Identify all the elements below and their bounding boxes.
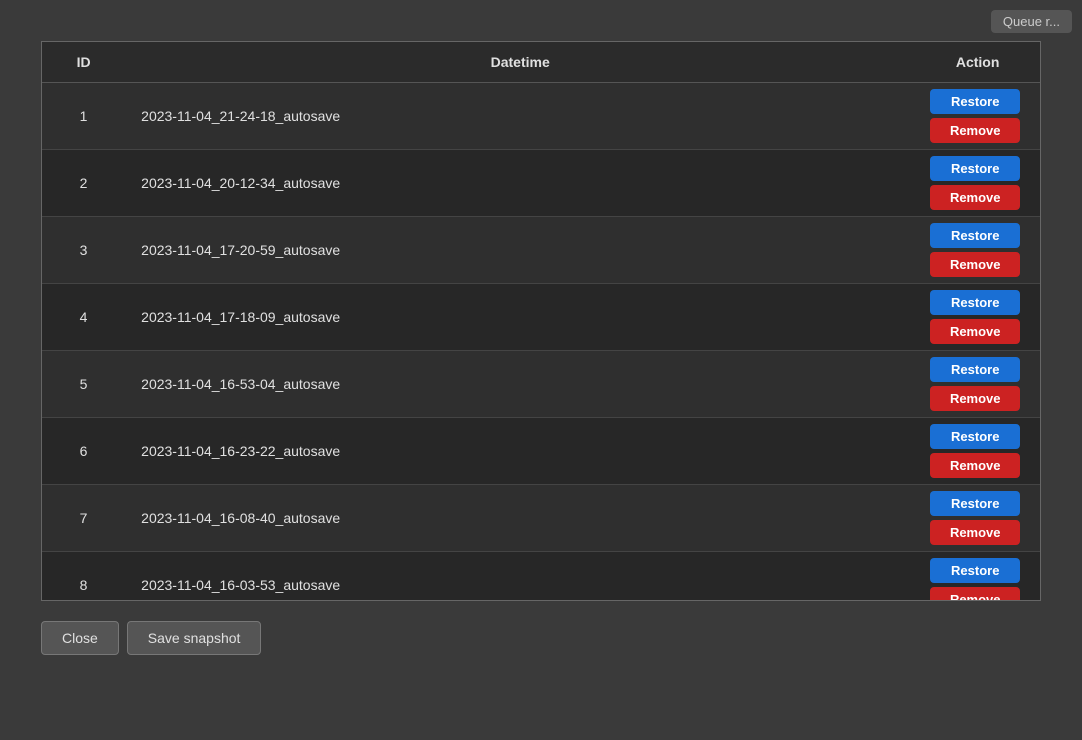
bottom-bar: Close Save snapshot	[41, 621, 1041, 655]
row-datetime: 2023-11-04_17-20-59_autosave	[125, 217, 915, 284]
restore-button[interactable]: Restore	[930, 290, 1020, 315]
remove-button[interactable]: Remove	[930, 185, 1020, 210]
remove-button[interactable]: Remove	[930, 587, 1020, 601]
table-row: 22023-11-04_20-12-34_autosave Restore Remo…	[42, 150, 1040, 217]
table-row: 52023-11-04_16-53-04_autosave Restore Remo…	[42, 351, 1040, 418]
row-id: 8	[42, 552, 125, 602]
remove-button[interactable]: Remove	[930, 386, 1020, 411]
table-row: 72023-11-04_16-08-40_autosave Restore Remo…	[42, 485, 1040, 552]
table-row: 62023-11-04_16-23-22_autosave Restore Remo…	[42, 418, 1040, 485]
row-action-cell: Restore Remove	[915, 485, 1035, 551]
row-id: 2	[42, 150, 125, 217]
snapshot-table: ID Datetime Action 12023-11-04_21-24-18_…	[42, 42, 1040, 601]
row-action-cell: Restore Remove	[915, 284, 1035, 350]
row-datetime: 2023-11-04_17-18-09_autosave	[125, 284, 915, 351]
snapshot-table-container[interactable]: ID Datetime Action 12023-11-04_21-24-18_…	[41, 41, 1041, 601]
row-action-cell: Restore Remove	[915, 552, 1035, 601]
row-action-cell: Restore Remove	[915, 217, 1035, 283]
row-id: 6	[42, 418, 125, 485]
row-action-cell: Restore Remove	[915, 351, 1035, 417]
remove-button[interactable]: Remove	[930, 453, 1020, 478]
remove-button[interactable]: Remove	[930, 520, 1020, 545]
table-header-row: ID Datetime Action	[42, 42, 1040, 83]
row-id: 1	[42, 83, 125, 150]
restore-button[interactable]: Restore	[930, 357, 1020, 382]
row-action-cell: Restore Remove	[915, 83, 1035, 149]
table-row: 42023-11-04_17-18-09_autosave Restore Remo…	[42, 284, 1040, 351]
restore-button[interactable]: Restore	[930, 424, 1020, 449]
table-row: 12023-11-04_21-24-18_autosave Restore Remo…	[42, 83, 1040, 150]
remove-button[interactable]: Remove	[930, 319, 1020, 344]
row-id: 4	[42, 284, 125, 351]
row-id: 3	[42, 217, 125, 284]
save-snapshot-button[interactable]: Save snapshot	[127, 621, 262, 655]
row-datetime: 2023-11-04_16-53-04_autosave	[125, 351, 915, 418]
row-datetime: 2023-11-04_16-03-53_autosave	[125, 552, 915, 602]
close-button[interactable]: Close	[41, 621, 119, 655]
column-header-id: ID	[42, 42, 125, 83]
remove-button[interactable]: Remove	[930, 118, 1020, 143]
table-row: 82023-11-04_16-03-53_autosave Restore Remo…	[42, 552, 1040, 602]
row-id: 5	[42, 351, 125, 418]
column-header-action: Action	[915, 42, 1040, 83]
row-datetime: 2023-11-04_20-12-34_autosave	[125, 150, 915, 217]
row-id: 7	[42, 485, 125, 552]
row-datetime: 2023-11-04_21-24-18_autosave	[125, 83, 915, 150]
remove-button[interactable]: Remove	[930, 252, 1020, 277]
table-row: 32023-11-04_17-20-59_autosave Restore Remo…	[42, 217, 1040, 284]
restore-button[interactable]: Restore	[930, 89, 1020, 114]
restore-button[interactable]: Restore	[930, 156, 1020, 181]
row-datetime: 2023-11-04_16-08-40_autosave	[125, 485, 915, 552]
restore-button[interactable]: Restore	[930, 223, 1020, 248]
restore-button[interactable]: Restore	[930, 558, 1020, 583]
row-action-cell: Restore Remove	[915, 418, 1035, 484]
queue-label: Queue r...	[991, 10, 1072, 33]
column-header-datetime: Datetime	[125, 42, 915, 83]
row-datetime: 2023-11-04_16-23-22_autosave	[125, 418, 915, 485]
row-action-cell: Restore Remove	[915, 150, 1035, 216]
restore-button[interactable]: Restore	[930, 491, 1020, 516]
